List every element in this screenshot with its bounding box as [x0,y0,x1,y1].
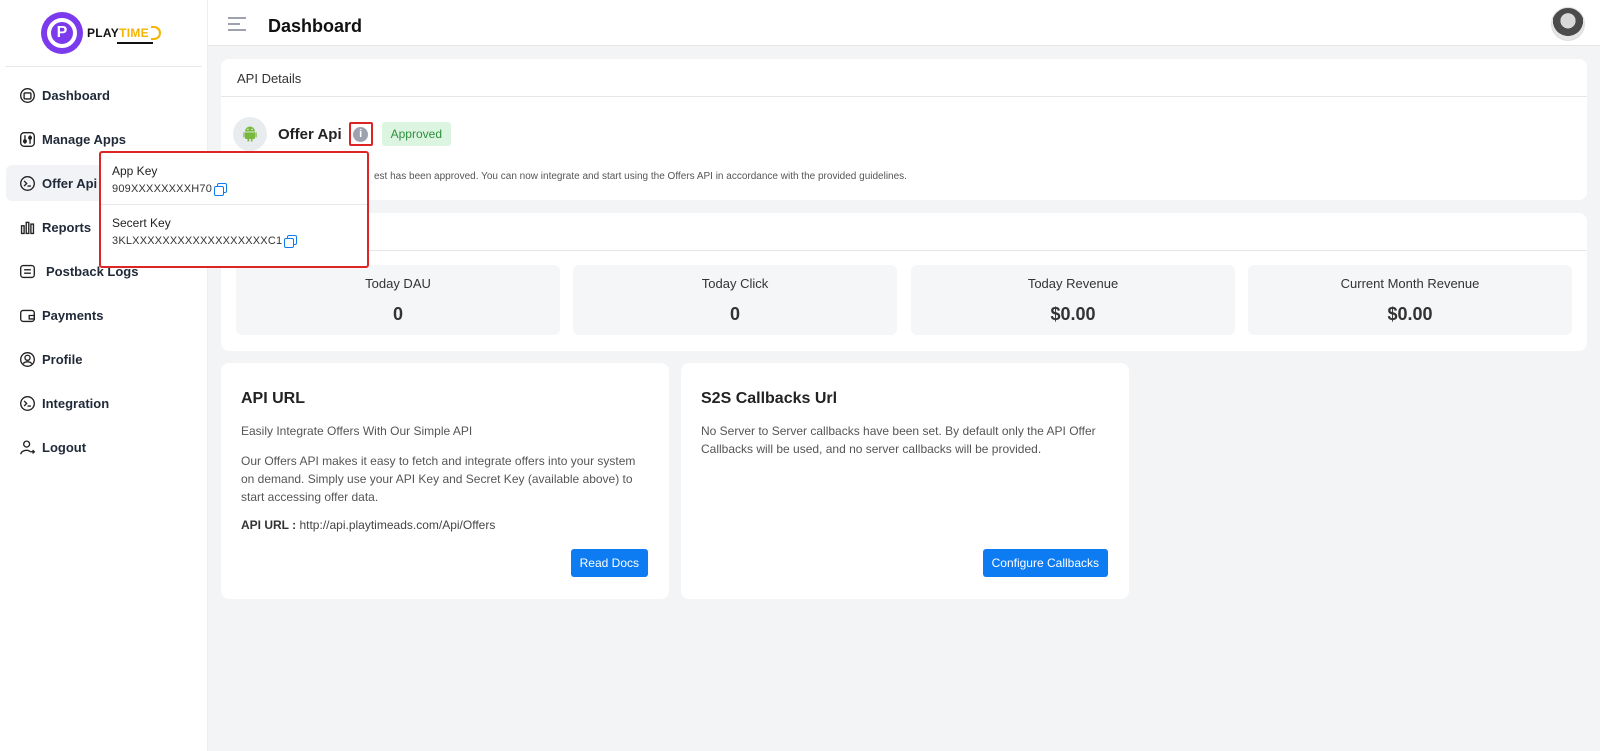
stat-today-revenue: Today Revenue $0.00 [911,265,1235,335]
sidebar-item-label: Profile [42,351,83,367]
api-url-value[interactable]: http://api.playtimeads.com/Api/Offers [299,518,495,532]
info-icon: i [353,126,369,142]
terminal-icon [18,394,36,412]
secret-key-section: Secert Key 3KLXXXXXXXXXXXXXXXXXXC1 [101,204,367,248]
logo-mark: P [41,12,83,54]
secret-key-value: 3KLXXXXXXXXXXXXXXXXXXC1 [112,235,283,247]
api-url-card: API URL Easily Integrate Offers With Our… [221,363,669,599]
stats-card: Today DAU 0 Today Click 0 Today Revenue … [221,213,1587,351]
dashboard-icon [18,86,36,104]
card-description: Our Offers API makes it easy to fetch an… [241,454,636,504]
stat-value: 0 [729,304,740,324]
card-subtitle: Easily Integrate Offers With Our Simple … [241,424,473,438]
terminal-icon [18,174,36,192]
stat-value: $0.00 [1387,304,1433,324]
logs-icon [18,262,36,280]
menu-toggle-icon[interactable] [228,17,246,35]
stat-label: Today DAU [365,276,431,291]
wallet-icon [18,306,36,324]
logo-text: PLAYTIME [87,26,161,45]
stat-today-click: Today Click 0 [573,265,897,335]
stat-today-dau: Today DAU 0 [236,265,560,335]
api-details-card: API Details Offer Api i Approved est has… [221,59,1587,200]
card-header: API Details [221,59,1587,97]
stat-label: Today Click [701,276,769,291]
card-title: API URL [241,390,305,407]
stat-label: Current Month Revenue [1340,276,1480,291]
offer-api-title: Offer Api [278,125,342,143]
sidebar-item-label: Offer Api [42,175,98,191]
stat-value: $0.00 [1050,304,1096,324]
sidebar-nav: Dashboard Manage Apps Offer Api Reports … [0,77,207,465]
stat-label: Today Revenue [1027,276,1119,291]
api-url-label: API URL : [241,518,297,532]
info-button[interactable]: i [348,122,373,146]
card-header [221,213,1587,251]
app-key-label: App Key [112,164,158,178]
manage-apps-icon [18,130,36,148]
stat-value: 0 [392,304,403,324]
app-key-section: App Key 909XXXXXXXXH70 [101,153,367,196]
sidebar-item-label: Payments [42,307,104,323]
card-title: S2S Callbacks Url [701,390,838,407]
stat-current-month-revenue: Current Month Revenue $0.00 [1248,265,1572,335]
sidebar-item-profile[interactable]: Profile [6,341,202,377]
sidebar-item-label: Logout [42,439,87,455]
card-description: No Server to Server callbacks have been … [701,424,1096,456]
page-title: Dashboard [268,16,363,36]
app-key-value: 909XXXXXXXXH70 [112,183,213,195]
sidebar-item-integration[interactable]: Integration [6,385,202,421]
logo[interactable]: P PLAYTIME [5,0,202,67]
status-badge: Approved [381,122,451,146]
offer-api-row: Offer Api i Approved [233,117,451,151]
user-icon [18,350,36,368]
sidebar-item-label: Integration [42,395,110,411]
read-docs-button[interactable]: Read Docs [570,549,648,577]
sidebar-item-logout[interactable]: Logout [6,429,202,465]
logout-icon [18,438,36,456]
bar-chart-icon [18,218,36,236]
sidebar-item-payments[interactable]: Payments [6,297,202,333]
configure-callbacks-button[interactable]: Configure Callbacks [982,549,1108,577]
sidebar: P PLAYTIME Dashboard Manage Apps Offer A… [0,0,208,751]
copy-icon[interactable] [284,235,298,248]
avatar[interactable] [1551,7,1585,41]
sidebar-item-label: Manage Apps [42,131,127,147]
top-header: Dashboard [208,0,1600,46]
sidebar-item-dashboard[interactable]: Dashboard [6,77,202,113]
api-keys-popover: App Key 909XXXXXXXXH70 Secert Key 3KLXXX… [99,151,369,268]
approval-message: est has been approved. You can now integ… [374,171,907,182]
android-icon [233,117,267,151]
sidebar-item-label: Reports [42,219,92,235]
s2s-callbacks-card: S2S Callbacks Url No Server to Server ca… [681,363,1129,599]
secret-key-label: Secert Key [112,216,171,230]
sidebar-item-label: Dashboard [42,87,110,103]
copy-icon[interactable] [214,183,228,196]
api-url-line: API URL : http://api.playtimeads.com/Api… [241,518,649,532]
